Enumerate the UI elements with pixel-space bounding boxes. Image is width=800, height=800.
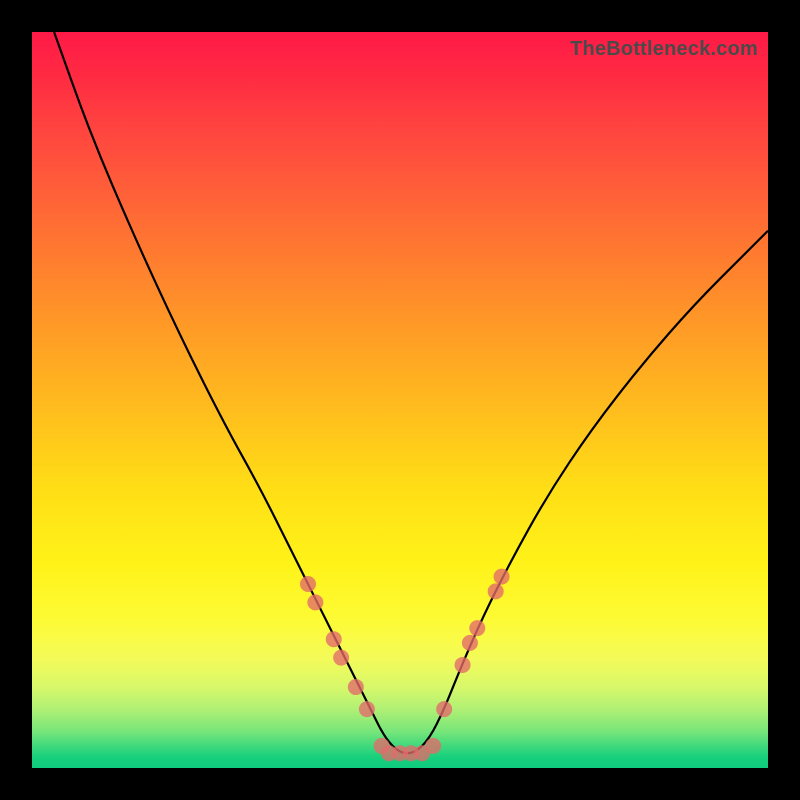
marker-dot xyxy=(359,701,375,717)
plot-area: TheBottleneck.com xyxy=(32,32,768,768)
marker-dot xyxy=(425,738,441,754)
marker-dot xyxy=(436,701,452,717)
marker-dot xyxy=(469,620,485,636)
marker-dot xyxy=(494,569,510,585)
watermark-text: TheBottleneck.com xyxy=(570,38,758,61)
marker-dot xyxy=(307,594,323,610)
marker-dot xyxy=(488,583,504,599)
chart-frame: TheBottleneck.com xyxy=(0,0,800,800)
marker-dot xyxy=(348,679,364,695)
marker-dot xyxy=(455,657,471,673)
marker-dot xyxy=(300,576,316,592)
dots-layer xyxy=(32,32,768,768)
marker-dot xyxy=(462,635,478,651)
marker-dot xyxy=(333,650,349,666)
marker-dot xyxy=(326,631,342,647)
